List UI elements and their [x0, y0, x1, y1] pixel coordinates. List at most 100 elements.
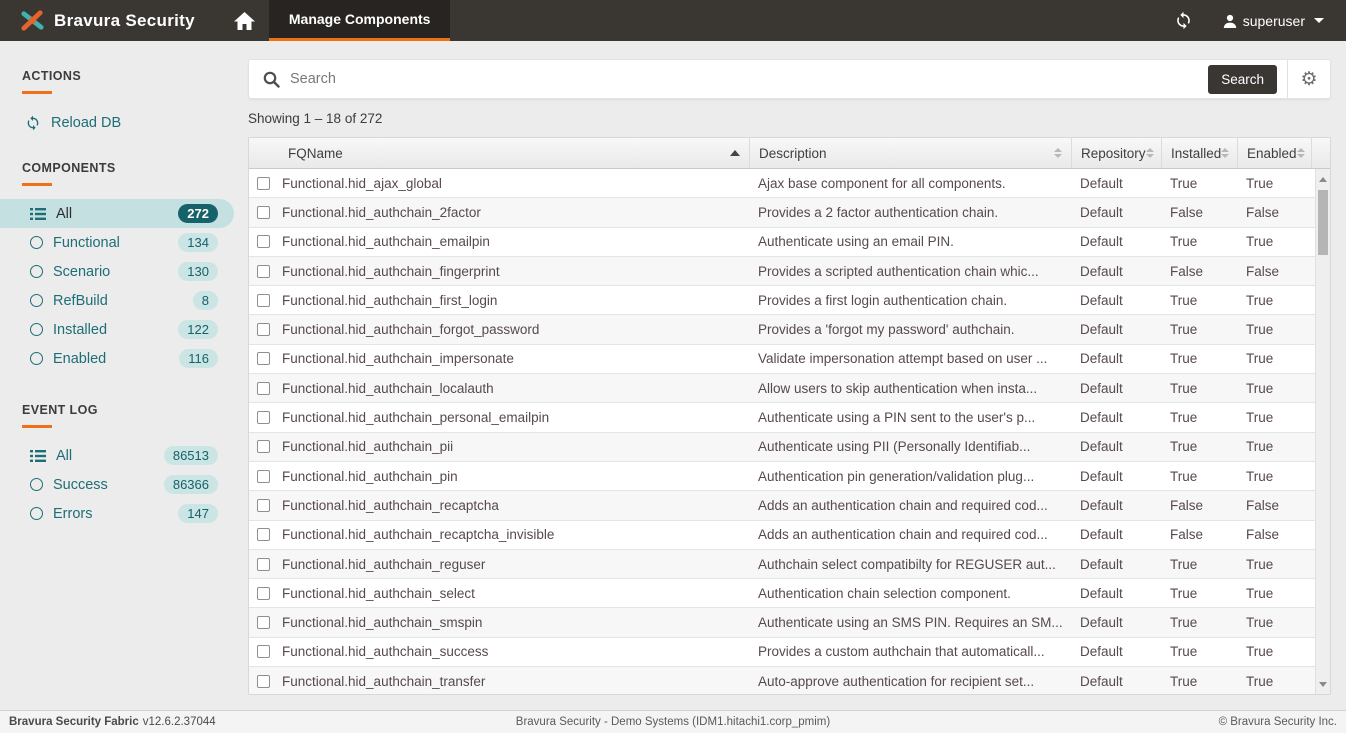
- table-row[interactable]: Functional.hid_authchain_reguserAuthchai…: [249, 550, 1315, 579]
- sidebar-item-components-scenario[interactable]: Scenario 130: [0, 257, 234, 286]
- table-header: FQName Description Repository Installed: [249, 138, 1330, 169]
- table-row[interactable]: Functional.hid_authchain_recaptchaAdds a…: [249, 491, 1315, 520]
- row-checkbox[interactable]: [257, 235, 270, 248]
- sidebar-item-components-installed[interactable]: Installed 122: [0, 315, 234, 344]
- scroll-down-arrow-icon[interactable]: [1316, 676, 1330, 692]
- row-checkbox[interactable]: [257, 440, 270, 453]
- row-checkbox[interactable]: [257, 294, 270, 307]
- table-row[interactable]: Functional.hid_authchain_2factorProvides…: [249, 198, 1315, 227]
- table-row[interactable]: Functional.hid_authchain_localauthAllow …: [249, 374, 1315, 403]
- search-button[interactable]: Search: [1208, 65, 1277, 94]
- table-row[interactable]: Functional.hid_authchain_piiAuthenticate…: [249, 433, 1315, 462]
- row-checkbox[interactable]: [257, 470, 270, 483]
- cell-fqname: Functional.hid_authchain_2factor: [279, 198, 749, 226]
- cell-description: Provides a custom authchain that automat…: [749, 638, 1071, 666]
- cell-fqname: Functional.hid_authchain_localauth: [279, 374, 749, 402]
- row-checkbox[interactable]: [257, 177, 270, 190]
- tab-manage-components[interactable]: Manage Components: [269, 0, 451, 41]
- cell-installed: True: [1161, 667, 1237, 695]
- row-checkbox[interactable]: [257, 265, 270, 278]
- cell-installed: True: [1161, 345, 1237, 373]
- gear-icon: ⚙: [1300, 70, 1317, 89]
- cell-enabled: True: [1237, 638, 1315, 666]
- row-checkbox[interactable]: [257, 382, 270, 395]
- cell-repository: Default: [1071, 198, 1161, 226]
- header-spacer: [1311, 138, 1330, 168]
- row-checkbox[interactable]: [257, 675, 270, 688]
- table-row[interactable]: Functional.hid_authchain_selectAuthentic…: [249, 579, 1315, 608]
- app-window: Bravura Security Manage Components super…: [0, 0, 1346, 733]
- cell-fqname: Functional.hid_authchain_recaptcha_invis…: [279, 521, 749, 549]
- sidebar-item-components-refbuild[interactable]: RefBuild 8: [0, 286, 234, 315]
- row-checkbox[interactable]: [257, 645, 270, 658]
- sidebar-item-components-functional[interactable]: Functional 134: [0, 228, 234, 257]
- header-repository[interactable]: Repository: [1071, 138, 1161, 168]
- search-icon: [249, 71, 290, 88]
- table-row[interactable]: Functional.hid_authchain_forgot_password…: [249, 315, 1315, 344]
- row-checkbox[interactable]: [257, 352, 270, 365]
- settings-button[interactable]: ⚙: [1287, 60, 1330, 98]
- row-checkbox[interactable]: [257, 587, 270, 600]
- cell-description: Adds an authentication chain and require…: [749, 521, 1071, 549]
- row-checkbox[interactable]: [257, 616, 270, 629]
- scrollbar-thumb[interactable]: [1318, 190, 1328, 255]
- header-fqname[interactable]: FQName: [279, 138, 749, 168]
- footer: Bravura Security - Demo Systems (IDM1.hi…: [0, 710, 1346, 733]
- circle-icon: [30, 478, 43, 491]
- home-tab[interactable]: [221, 0, 269, 41]
- sidebar-item-eventlog-all[interactable]: All 86513: [0, 441, 234, 470]
- row-checkbox[interactable]: [257, 206, 270, 219]
- cell-installed: True: [1161, 374, 1237, 402]
- cell-repository: Default: [1071, 257, 1161, 285]
- header-description[interactable]: Description: [749, 138, 1071, 168]
- cell-installed: True: [1161, 433, 1237, 461]
- sidebar-item-eventlog-errors[interactable]: Errors 147: [0, 499, 234, 528]
- cell-installed: True: [1161, 579, 1237, 607]
- table-row[interactable]: Functional.hid_authchain_fingerprintProv…: [249, 257, 1315, 286]
- search-input[interactable]: [290, 71, 1208, 87]
- reload-db-button[interactable]: Reload DB: [25, 115, 248, 131]
- cell-description: Authentication pin generation/validation…: [749, 462, 1071, 490]
- table-row[interactable]: Functional.hid_authchain_personal_emailp…: [249, 403, 1315, 432]
- row-checkbox[interactable]: [257, 411, 270, 424]
- row-checkbox[interactable]: [257, 323, 270, 336]
- sidebar-item-eventlog-success[interactable]: Success 86366: [0, 470, 234, 499]
- table-row[interactable]: Functional.hid_authchain_recaptcha_invis…: [249, 521, 1315, 550]
- cell-installed: True: [1161, 403, 1237, 431]
- list-icon: [30, 449, 46, 463]
- table-row[interactable]: Functional.hid_authchain_impersonateVali…: [249, 345, 1315, 374]
- table-row[interactable]: Functional.hid_ajax_globalAjax base comp…: [249, 169, 1315, 198]
- table-row[interactable]: Functional.hid_authchain_pinAuthenticati…: [249, 462, 1315, 491]
- cell-repository: Default: [1071, 667, 1161, 695]
- row-checkbox[interactable]: [257, 558, 270, 571]
- components-table: FQName Description Repository Installed: [248, 137, 1331, 695]
- cell-repository: Default: [1071, 374, 1161, 402]
- cell-description: Authenticate using an SMS PIN. Requires …: [749, 608, 1071, 636]
- cell-enabled: True: [1237, 667, 1315, 695]
- table-row[interactable]: Functional.hid_authchain_emailpinAuthent…: [249, 228, 1315, 257]
- table-scrollbar[interactable]: [1315, 169, 1330, 694]
- row-checkbox[interactable]: [257, 499, 270, 512]
- user-menu[interactable]: superuser: [1223, 13, 1324, 29]
- actions-heading: ACTIONS: [22, 69, 248, 83]
- count-badge: 130: [178, 262, 218, 281]
- row-checkbox[interactable]: [257, 528, 270, 541]
- cell-description: Provides a first login authentication ch…: [749, 286, 1071, 314]
- sort-asc-icon: [730, 150, 740, 156]
- scroll-up-arrow-icon[interactable]: [1316, 171, 1330, 187]
- refresh-icon[interactable]: [1174, 11, 1193, 30]
- cell-fqname: Functional.hid_authchain_smspin: [279, 608, 749, 636]
- cell-enabled: False: [1237, 521, 1315, 549]
- table-row[interactable]: Functional.hid_authchain_smspinAuthentic…: [249, 608, 1315, 637]
- header-enabled[interactable]: Enabled: [1237, 138, 1311, 168]
- brand: Bravura Security: [0, 0, 221, 41]
- cell-enabled: True: [1237, 403, 1315, 431]
- cell-fqname: Functional.hid_authchain_select: [279, 579, 749, 607]
- user-icon: [1223, 14, 1237, 28]
- sidebar-item-components-enabled[interactable]: Enabled 116: [0, 344, 234, 373]
- table-row[interactable]: Functional.hid_authchain_successProvides…: [249, 638, 1315, 667]
- sidebar-item-components-all[interactable]: All 272: [0, 199, 234, 228]
- table-row[interactable]: Functional.hid_authchain_first_loginProv…: [249, 286, 1315, 315]
- header-installed[interactable]: Installed: [1161, 138, 1237, 168]
- table-row[interactable]: Functional.hid_authchain_transferAuto-ap…: [249, 667, 1315, 695]
